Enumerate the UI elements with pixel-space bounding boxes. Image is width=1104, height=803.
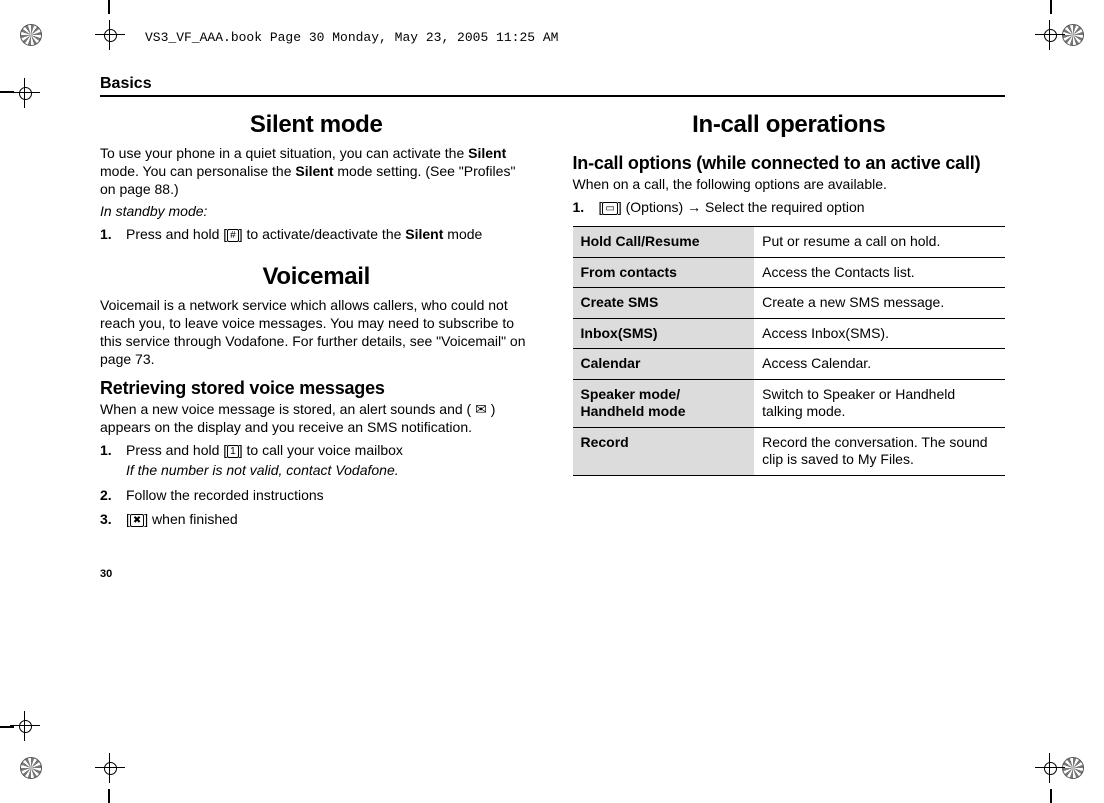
one-key-icon: 1 [227, 445, 239, 458]
step-number: 1. [100, 441, 126, 479]
table-row: CalendarAccess Calendar. [573, 349, 1006, 380]
text: ] when finished [144, 511, 237, 527]
heading-incall-options: In-call options (while connected to an a… [573, 153, 1006, 174]
crop-mark-icon [95, 753, 125, 783]
option-name: Record [573, 427, 755, 475]
heading-silent-mode: Silent mode [100, 111, 533, 139]
step-note: If the number is not valid, contact Voda… [126, 461, 533, 479]
text: Press and hold [ [126, 226, 227, 242]
voicemail-icon: ✉ [475, 401, 487, 417]
step-body: [▭] (Options) → Select the required opti… [599, 198, 1006, 216]
table-row: Speaker mode/ Handheld modeSwitch to Spe… [573, 379, 1006, 427]
tick-mark-icon [108, 0, 110, 14]
option-desc: Record the conversation. The sound clip … [754, 427, 1005, 475]
step-body: Press and hold [1] to call your voice ma… [126, 441, 533, 479]
heading-retrieving: Retrieving stored voice messages [100, 378, 533, 399]
option-name: Speaker mode/ Handheld mode [573, 379, 755, 427]
crop-mark-icon [1035, 753, 1065, 783]
option-name: Hold Call/Resume [573, 227, 755, 258]
option-desc: Put or resume a call on hold. [754, 227, 1005, 258]
document-body: VS3_VF_AAA.book Page 30 Monday, May 23, … [100, 30, 1005, 580]
tick-mark-icon [0, 726, 14, 728]
option-desc: Access the Contacts list. [754, 257, 1005, 288]
page-number: 30 [100, 568, 533, 580]
voicemail-step-1: 1. Press and hold [1] to call your voice… [100, 441, 533, 479]
tick-mark-icon [1050, 0, 1052, 14]
step-body: Press and hold [#] to activate/deactivat… [126, 225, 533, 243]
text: mode [443, 226, 482, 242]
bold: Silent [468, 145, 506, 161]
heading-incall: In-call operations [573, 111, 1006, 139]
registration-mark-icon [20, 757, 42, 779]
option-desc: Switch to Speaker or Handheld talking mo… [754, 379, 1005, 427]
option-desc: Access Inbox(SMS). [754, 318, 1005, 349]
registration-mark-icon [1062, 757, 1084, 779]
voicemail-step-3: 3. [✖] when finished [100, 510, 533, 528]
option-name: Inbox(SMS) [573, 318, 755, 349]
standby-note: In standby mode: [100, 203, 533, 221]
text: ] (Options) [618, 199, 687, 215]
option-name: From contacts [573, 257, 755, 288]
text: To use your phone in a quiet situation, … [100, 145, 468, 161]
option-desc: Access Calendar. [754, 349, 1005, 380]
step-body: Follow the recorded instructions [126, 486, 533, 504]
silent-step-1: 1. Press and hold [#] to activate/deacti… [100, 225, 533, 243]
right-column: In-call operations In-call options (whil… [573, 111, 1006, 580]
option-name: Calendar [573, 349, 755, 380]
step-number: 2. [100, 486, 126, 504]
softkey-icon: ▭ [602, 202, 617, 215]
table-row: Hold Call/ResumePut or resume a call on … [573, 227, 1006, 258]
text: Select the required option [701, 199, 864, 215]
tick-mark-icon [108, 789, 110, 803]
option-desc: Create a new SMS message. [754, 288, 1005, 319]
table-row: Create SMSCreate a new SMS message. [573, 288, 1006, 319]
bold: Silent [405, 226, 443, 242]
running-head: Basics [100, 75, 1005, 93]
file-header: VS3_VF_AAA.book Page 30 Monday, May 23, … [145, 30, 1005, 45]
step-number: 1. [100, 225, 126, 243]
text: ] to activate/deactivate the [239, 226, 406, 242]
text: ] to call your voice mailbox [239, 442, 403, 458]
bold: Silent [295, 163, 333, 179]
arrow-right-icon: → [687, 199, 701, 215]
crop-mark-icon [10, 78, 40, 108]
table-row: RecordRecord the conversation. The sound… [573, 427, 1006, 475]
header-rule [100, 95, 1005, 97]
silent-intro: To use your phone in a quiet situation, … [100, 145, 533, 199]
registration-mark-icon [1062, 24, 1084, 46]
heading-voicemail: Voicemail [100, 263, 533, 291]
left-column: Silent mode To use your phone in a quiet… [100, 111, 533, 580]
retrieving-intro: When a new voice message is stored, an a… [100, 401, 533, 437]
tick-mark-icon [0, 91, 14, 93]
crop-mark-icon [1035, 20, 1065, 50]
table-row: From contactsAccess the Contacts list. [573, 257, 1006, 288]
table-row: Inbox(SMS)Access Inbox(SMS). [573, 318, 1006, 349]
option-name: Create SMS [573, 288, 755, 319]
options-table: Hold Call/ResumePut or resume a call on … [573, 226, 1006, 476]
text: Press and hold [ [126, 442, 227, 458]
voicemail-intro: Voicemail is a network service which all… [100, 297, 533, 369]
step-number: 1. [573, 198, 599, 216]
tick-mark-icon [1050, 789, 1052, 803]
end-key-icon: ✖ [130, 514, 144, 527]
step-number: 3. [100, 510, 126, 528]
crop-mark-icon [10, 711, 40, 741]
incall-step-1: 1. [▭] (Options) → Select the required o… [573, 198, 1006, 216]
step-body: [✖] when finished [126, 510, 533, 528]
text: When a new voice message is stored, an a… [100, 401, 475, 417]
page: VS3_VF_AAA.book Page 30 Monday, May 23, … [0, 0, 1104, 803]
registration-mark-icon [20, 24, 42, 46]
text: mode. You can personalise the [100, 163, 295, 179]
voicemail-step-2: 2. Follow the recorded instructions [100, 486, 533, 504]
hash-key-icon: # [227, 229, 239, 242]
incall-options-intro: When on a call, the following options ar… [573, 176, 1006, 194]
